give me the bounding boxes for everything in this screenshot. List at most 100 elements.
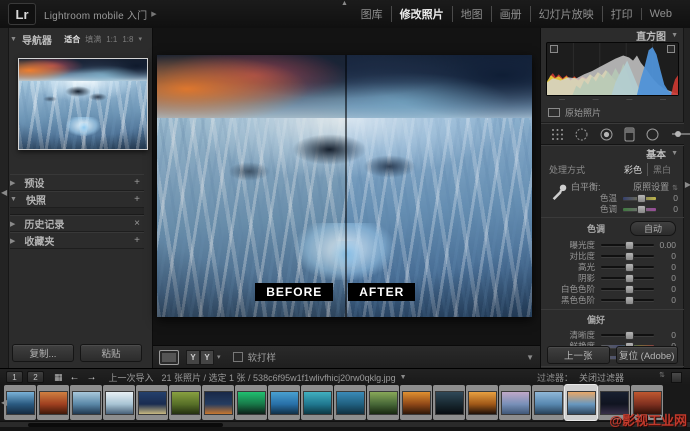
slider-knob[interactable] <box>637 194 646 203</box>
clarity-slider[interactable] <box>601 334 654 336</box>
slider-knob[interactable] <box>625 252 634 261</box>
contrast-slider[interactable] <box>601 255 654 257</box>
navigator-preview[interactable] <box>18 58 148 150</box>
zoom-more-icon[interactable]: ▾ <box>138 35 142 43</box>
shadow-clipping-icon[interactable] <box>550 45 558 53</box>
filmstrip-thumb-people-warm[interactable] <box>37 385 69 420</box>
filmstrip-thumb-snow-climber[interactable] <box>103 385 135 420</box>
spot-removal-tool-icon[interactable] <box>574 127 589 142</box>
slider-knob[interactable] <box>625 274 634 283</box>
section-presets[interactable]: ▶ 预设 + <box>10 174 144 191</box>
highlights-slider[interactable] <box>601 266 654 268</box>
slider-knob[interactable] <box>625 263 634 272</box>
filmstrip-thumb-green-mountain[interactable] <box>367 385 399 420</box>
filmstrip-thumb-ice-cave[interactable] <box>4 385 36 420</box>
slider-knob[interactable] <box>625 241 634 250</box>
catalog-caret-icon[interactable]: ▶ <box>151 10 156 18</box>
filmstrip-thumb-dark-reflection[interactable] <box>433 385 465 420</box>
grid-view-icon[interactable]: ▦ <box>54 372 63 383</box>
histogram-header[interactable]: 直方图 ▼ <box>541 28 684 42</box>
view-options-caret-icon[interactable]: ▾ <box>217 353 221 361</box>
filmstrip-thumb-night-bridge[interactable] <box>466 385 498 420</box>
main-photo[interactable]: BEFORE AFTER <box>157 55 532 317</box>
wb-preset-select[interactable]: 原照设置⇅ <box>633 180 678 193</box>
filmstrip-thumb-aurora[interactable] <box>235 385 267 420</box>
filmstrip-source-caret-icon[interactable]: ▼ <box>400 374 407 381</box>
module-web[interactable]: Web <box>641 8 680 20</box>
temp-slider[interactable] <box>623 197 656 200</box>
wb-eyedropper-icon[interactable] <box>547 180 571 215</box>
slider-knob[interactable] <box>637 205 646 214</box>
treatment-color[interactable]: 彩色 <box>619 163 647 176</box>
histogram-disclosure-icon[interactable]: ▼ <box>671 32 678 39</box>
previous-button[interactable]: 上一张 <box>547 346 610 364</box>
collections-disclosure-icon[interactable]: ▶ <box>10 237 15 245</box>
loupe-view-icon[interactable] <box>159 350 179 365</box>
filmstrip-thumb-iceberg[interactable] <box>70 385 102 420</box>
module-slideshow[interactable]: 幻灯片放映 <box>530 6 602 22</box>
slider-knob[interactable] <box>625 285 634 294</box>
main-window-button[interactable]: 1 <box>6 371 23 383</box>
filmstrip-thumb-icy-beach-sunset[interactable] <box>565 385 597 420</box>
paste-button[interactable]: 粘贴 <box>80 344 142 362</box>
filmstrip-thumb-lightning-city[interactable] <box>202 385 234 420</box>
module-print[interactable]: 打印 <box>602 6 641 22</box>
filmstrip-thumb-blue-lagoon[interactable] <box>334 385 366 420</box>
red-eye-tool-icon[interactable] <box>599 127 614 142</box>
filmstrip-thumb-sunset-reflection[interactable] <box>400 385 432 420</box>
left-collapse-icon[interactable]: ◀ <box>1 188 7 197</box>
exposure-slider[interactable] <box>601 244 654 246</box>
history-clear-icon[interactable]: × <box>134 218 140 229</box>
slider-knob[interactable] <box>625 296 634 305</box>
right-panel-edge[interactable] <box>683 28 690 368</box>
presets-add-icon[interactable]: + <box>134 177 140 188</box>
basic-disclosure-icon[interactable]: ▼ <box>671 150 678 157</box>
filmstrip-source[interactable]: 上一次导入 <box>109 371 154 384</box>
before-after-divider[interactable] <box>345 55 347 317</box>
module-book[interactable]: 画册 <box>491 6 530 22</box>
slider-knob[interactable] <box>625 331 634 340</box>
second-window-button[interactable]: 2 <box>27 371 44 383</box>
histogram[interactable] <box>546 42 679 96</box>
zoom-1-8[interactable]: 1:8 <box>122 35 133 44</box>
toolbar-caret-icon[interactable]: ▼ <box>526 353 534 362</box>
radial-filter-tool-icon[interactable] <box>645 127 660 142</box>
graduated-filter-tool-icon[interactable] <box>624 127 635 142</box>
snapshots-disclosure-icon[interactable]: ▼ <box>10 196 17 203</box>
shadows-slider[interactable] <box>601 277 654 279</box>
adjustment-brush-tool-icon[interactable] <box>670 128 690 140</box>
before-after-left-icon[interactable]: Y <box>186 350 200 365</box>
zoom-1-1[interactable]: 1:1 <box>106 35 117 44</box>
filmstrip-thumb-teal-sea[interactable] <box>301 385 333 420</box>
copy-button[interactable]: 复制... <box>12 344 74 362</box>
filmstrip-thumb-island-sea[interactable] <box>268 385 300 420</box>
crop-tool-icon[interactable] <box>551 128 564 141</box>
go-back-icon[interactable]: ← <box>70 372 80 383</box>
module-library[interactable]: 图库 <box>353 6 391 22</box>
filmstrip-thumb-waterfall[interactable] <box>169 385 201 420</box>
filter-select[interactable]: 关闭过滤器⇅ <box>579 371 665 384</box>
before-after-view-button[interactable]: Y Y <box>186 350 214 365</box>
reset-button[interactable]: 复位 (Adobe) <box>616 346 679 364</box>
collections-add-icon[interactable]: + <box>134 235 140 246</box>
right-collapse-icon[interactable]: ▶ <box>685 180 690 189</box>
filmstrip-scroll-left-icon[interactable]: ◀ <box>1 398 7 407</box>
presets-disclosure-icon[interactable]: ▶ <box>10 179 15 187</box>
original-photo-row[interactable]: 原始照片 <box>541 104 684 123</box>
filter-toggle[interactable] <box>671 372 682 383</box>
top-panel-collapse-icon[interactable]: ▲ <box>341 0 348 7</box>
highlight-clipping-icon[interactable] <box>667 45 675 53</box>
module-develop[interactable]: 修改照片 <box>391 6 452 22</box>
section-collections[interactable]: ▶ 收藏夹 + <box>10 232 144 249</box>
basic-header[interactable]: 基本 ▼ <box>541 145 684 160</box>
history-disclosure-icon[interactable]: ▶ <box>10 220 15 228</box>
filmstrip-thumb-pink-seascape[interactable] <box>499 385 531 420</box>
navigator-disclosure-icon[interactable]: ▼ <box>10 36 17 43</box>
blacks-slider[interactable] <box>601 299 654 301</box>
treatment-bw[interactable]: 黑白 <box>647 163 676 176</box>
whites-slider[interactable] <box>601 288 654 290</box>
zoom-fit[interactable]: 适合 <box>64 34 80 45</box>
module-map[interactable]: 地图 <box>452 6 491 22</box>
filmstrip-thumb-starry-tent[interactable] <box>136 385 168 420</box>
tint-slider[interactable] <box>623 208 656 211</box>
